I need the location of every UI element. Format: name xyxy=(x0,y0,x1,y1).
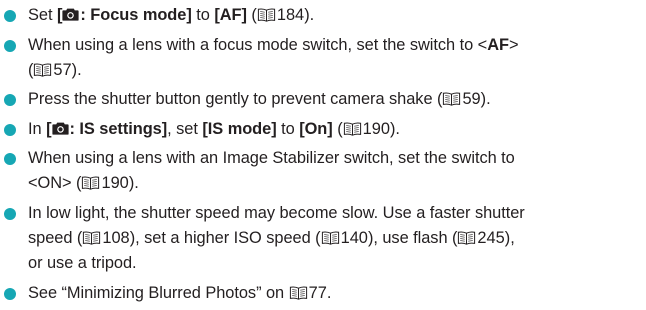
page-ref-book-icon xyxy=(33,63,52,77)
list-item: See “Minimizing Blurred Photos” on 77. xyxy=(0,281,640,306)
item-text: > xyxy=(508,35,519,54)
list-item: In [: IS settings], set [IS mode] to [On… xyxy=(0,117,640,142)
bullet-dot-icon xyxy=(4,207,16,220)
item-text: to xyxy=(276,119,300,138)
item-text: ( xyxy=(246,6,257,24)
page-reference-link[interactable]: 108 xyxy=(102,229,129,247)
switch-label-bold: AF xyxy=(487,35,509,54)
item-text: ). xyxy=(71,60,82,79)
item-text: Set xyxy=(28,6,57,24)
list-item: When using a lens with an Image Stabiliz… xyxy=(0,146,640,196)
item-text: Press the shutter button gently to preve… xyxy=(28,90,443,109)
list-item: Set [: Focus mode] to [AF] (184). xyxy=(0,3,640,28)
page-reference-link[interactable]: 190 xyxy=(101,174,128,192)
page-ref-book-icon xyxy=(257,8,276,22)
list-item: When using a lens with a focus mode swit… xyxy=(0,33,640,83)
item-text: , set xyxy=(167,119,203,138)
bullet-dot-icon xyxy=(4,94,16,107)
item-text: In low light, the shutter speed may beco… xyxy=(28,203,525,222)
item-text: ). xyxy=(128,174,139,193)
tips-bullet-list: Set [: Focus mode] to [AF] (184). When u… xyxy=(0,3,640,310)
manual-page: Set [: Focus mode] to [AF] (184). When u… xyxy=(0,0,646,302)
setting-name-bold: [IS mode] xyxy=(202,119,277,138)
page-ref-book-icon xyxy=(321,231,340,245)
page-ref-book-icon xyxy=(81,176,100,190)
item-text: In xyxy=(28,119,47,138)
menu-ref-bold: [: Focus mode] xyxy=(56,6,192,24)
bullet-dot-icon xyxy=(4,287,16,300)
item-text: <ON> ( xyxy=(28,174,82,193)
item-text: ). xyxy=(389,119,400,138)
item-text: ), use flash ( xyxy=(367,229,458,248)
item-text: to xyxy=(191,6,215,24)
page-reference-link[interactable]: 57 xyxy=(53,61,71,79)
menu-ref-bold: [: IS settings] xyxy=(46,119,168,138)
item-text: or use a tripod. xyxy=(28,254,137,273)
setting-value-bold: [On] xyxy=(299,119,333,138)
camera-icon xyxy=(62,8,79,21)
camera-icon xyxy=(52,122,69,135)
item-text: ). xyxy=(480,90,491,109)
page-ref-book-icon xyxy=(82,231,101,245)
item-text: ( xyxy=(332,119,343,138)
list-item: Press the shutter button gently to preve… xyxy=(0,87,640,112)
item-text: ). xyxy=(304,6,315,24)
page-reference-link[interactable]: 140 xyxy=(341,229,368,247)
item-text: ), set a higher ISO speed ( xyxy=(129,229,321,248)
page-ref-book-icon xyxy=(343,122,362,136)
item-text: When using a lens with an Image Stabiliz… xyxy=(28,149,515,168)
item-text: When using a lens with a focus mode swit… xyxy=(28,35,488,54)
page-ref-book-icon xyxy=(442,92,461,106)
page-reference-link[interactable]: 184 xyxy=(277,6,304,24)
item-text: ), xyxy=(504,229,515,248)
page-reference-link[interactable]: 59 xyxy=(462,90,480,108)
bullet-dot-icon xyxy=(4,153,16,166)
setting-value-bold: [AF] xyxy=(214,6,247,24)
item-text: speed ( xyxy=(28,229,83,248)
bullet-dot-icon xyxy=(4,39,16,52)
page-reference-link[interactable]: 190 xyxy=(363,120,390,138)
page-ref-book-icon xyxy=(457,231,476,245)
bullet-dot-icon xyxy=(4,123,16,136)
list-item: In low light, the shutter speed may beco… xyxy=(0,201,640,277)
bullet-dot-icon xyxy=(4,10,16,22)
page-reference-link[interactable]: 245 xyxy=(477,229,504,247)
